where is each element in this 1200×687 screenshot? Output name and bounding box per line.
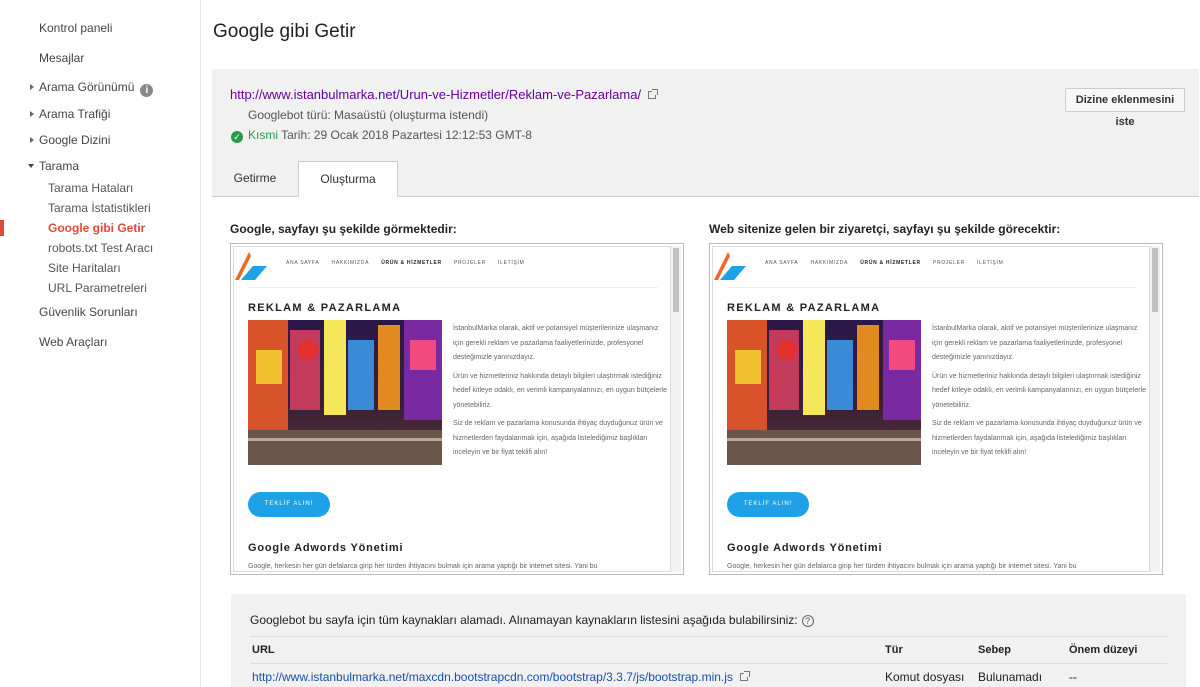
column-header-reason: Sebep <box>978 644 1012 656</box>
times-square-image <box>727 320 921 465</box>
sidebar-item-web-tools[interactable]: Web Araçları <box>39 335 107 349</box>
sidebar-item-label: Arama Görünümü <box>39 80 135 94</box>
fetch-date: Tarih: 29 Ocak 2018 Pazartesi 12:12:53 G… <box>281 128 532 142</box>
fetch-status: ✓ Kısmi Tarih: 29 Ocak 2018 Pazartesi 12:… <box>231 128 532 143</box>
sidebar-subitem-sitemaps[interactable]: Site Haritaları <box>48 261 121 275</box>
site-paragraph: Siz de reklam ve pazarlama konusunda iht… <box>453 420 663 456</box>
sidebar-item-google-index[interactable]: Google Dizini <box>29 133 110 147</box>
tab-fetch[interactable]: Getirme <box>213 161 297 197</box>
sidebar-subitem-url-parameters[interactable]: URL Parametreleri <box>48 281 147 295</box>
resource-reason: Bulunamadı <box>978 670 1043 684</box>
sidebar: Kontrol paneli Mesajlar Arama Görünümü i … <box>0 0 201 687</box>
site-section-title: Google Adwords Yönetimi <box>727 542 883 554</box>
site-quote-button: TEKLİF ALIN! <box>248 492 330 517</box>
site-page-title: REKLAM & PAZARLAMA <box>727 302 881 314</box>
sidebar-item-dashboard[interactable]: Kontrol paneli <box>39 21 112 35</box>
status-badge: Kısmi <box>248 128 278 142</box>
resource-severity: -- <box>1069 670 1077 684</box>
site-quote-button: TEKLİF ALIN! <box>727 492 809 517</box>
sidebar-subitem-crawl-stats[interactable]: Tarama İstatistikleri <box>48 201 151 215</box>
sidebar-subitem-crawl-errors[interactable]: Tarama Hataları <box>48 181 133 195</box>
sidebar-item-search-traffic[interactable]: Arama Trafiği <box>29 107 110 121</box>
google-render-preview[interactable]: ANA SAYFA HAKKIMIZDA ÜRÜN & HİZMETLER PR… <box>230 243 684 575</box>
column-header-type: Tür <box>885 644 903 656</box>
site-nav-item: İLETİŞİM <box>498 260 525 266</box>
site-section-text: Google, herkesin her gün defalarca girip… <box>727 563 1077 570</box>
preview-scrollbar[interactable] <box>671 246 681 572</box>
blocked-resources-message: Googlebot bu sayfa için tüm kaynakları a… <box>250 613 814 627</box>
site-nav-item: İLETİŞİM <box>977 260 1004 266</box>
site-divider <box>248 287 658 288</box>
preview-scrollbar[interactable] <box>1150 246 1160 572</box>
column-header-severity: Önem düzeyi <box>1069 644 1138 656</box>
resource-url-link[interactable]: http://www.istanbulmarka.net/maxcdn.boot… <box>252 670 750 684</box>
column-header-url: URL <box>252 644 275 656</box>
site-nav: ANA SAYFA HAKKIMIZDA ÜRÜN & HİZMETLER PR… <box>765 260 1013 266</box>
sidebar-subitem-fetch-as-google[interactable]: Google gibi Getir <box>48 221 145 235</box>
site-intro-text: İstanbulMarka olarak, aktif ve potansiye… <box>453 322 668 465</box>
site-nav-item: ANA SAYFA <box>765 260 799 266</box>
fetched-url-link[interactable]: http://www.istanbulmarka.net/Urun-ve-Hiz… <box>230 87 659 102</box>
site-page-title: REKLAM & PAZARLAMA <box>248 302 402 314</box>
site-section-text: Google, herkesin her gün defalarca girip… <box>248 563 598 570</box>
external-link-icon <box>739 671 750 681</box>
site-section-title: Google Adwords Yönetimi <box>248 542 404 554</box>
googlebot-type: Googlebot türü: Masaüstü (oluşturma iste… <box>248 108 489 122</box>
blocked-resources-text: Googlebot bu sayfa için tüm kaynakları a… <box>250 613 798 627</box>
site-intro-text: İstanbulMarka olarak, aktif ve potansiye… <box>932 322 1147 465</box>
site-nav-item: HAKKIMIZDA <box>810 260 849 266</box>
table-header-border <box>250 663 1167 664</box>
info-icon[interactable]: i <box>140 84 154 97</box>
times-square-image <box>248 320 442 465</box>
page-title: Google gibi Getir <box>213 21 356 42</box>
site-nav-item: ÜRÜN & HİZMETLER <box>860 260 921 266</box>
site-logo <box>235 252 267 280</box>
tab-render[interactable]: Oluşturma <box>298 161 398 197</box>
sidebar-item-crawl[interactable]: Tarama <box>27 159 79 173</box>
request-indexing-button[interactable]: Dizine eklenmesini iste <box>1065 88 1185 128</box>
render-viewport: ANA SAYFA HAKKIMIZDA ÜRÜN & HİZMETLER PR… <box>233 246 671 572</box>
help-icon[interactable]: ? <box>801 615 814 627</box>
site-divider <box>727 287 1137 288</box>
site-paragraph: İstanbulMarka olarak, aktif ve potansiye… <box>453 325 659 361</box>
site-paragraph: Ürün ve hizmetleriniz hakkında detaylı b… <box>453 372 668 409</box>
resource-url-text: http://www.istanbulmarka.net/maxcdn.boot… <box>252 670 733 684</box>
site-paragraph: Siz de reklam ve pazarlama konusunda iht… <box>932 420 1142 456</box>
visitor-render-preview[interactable]: ANA SAYFA HAKKIMIZDA ÜRÜN & HİZMETLER PR… <box>709 243 1163 575</box>
site-nav-item: PROJELER <box>932 260 965 266</box>
site-logo <box>714 252 746 280</box>
resource-type: Komut dosyası <box>885 670 965 684</box>
sidebar-subitem-robots-tester[interactable]: robots.txt Test Aracı <box>48 241 153 255</box>
site-nav-item: HAKKIMIZDA <box>331 260 370 266</box>
visitor-view-heading: Web sitenize gelen bir ziyaretçi, sayfay… <box>709 222 1061 236</box>
check-circle-icon: ✓ <box>231 131 243 143</box>
scrollbar-thumb[interactable] <box>1152 248 1158 312</box>
google-view-heading: Google, sayfayı şu şekilde görmektedir: <box>230 222 457 236</box>
site-nav-item: ANA SAYFA <box>286 260 320 266</box>
render-viewport: ANA SAYFA HAKKIMIZDA ÜRÜN & HİZMETLER PR… <box>712 246 1150 572</box>
active-marker <box>0 220 4 236</box>
site-nav-item: PROJELER <box>453 260 486 266</box>
sidebar-item-search-appearance[interactable]: Arama Görünümü i <box>29 80 154 97</box>
sidebar-item-security-issues[interactable]: Güvenlik Sorunları <box>39 305 138 319</box>
site-nav: ANA SAYFA HAKKIMIZDA ÜRÜN & HİZMETLER PR… <box>286 260 534 266</box>
fetched-url-text: http://www.istanbulmarka.net/Urun-ve-Hiz… <box>230 87 642 102</box>
external-link-icon <box>648 89 659 99</box>
site-nav-item: ÜRÜN & HİZMETLER <box>381 260 442 266</box>
scrollbar-thumb[interactable] <box>673 248 679 312</box>
site-paragraph: Ürün ve hizmetleriniz hakkında detaylı b… <box>932 372 1147 409</box>
table-top-border <box>250 636 1167 637</box>
site-paragraph: İstanbulMarka olarak, aktif ve potansiye… <box>932 325 1138 361</box>
sidebar-item-messages[interactable]: Mesajlar <box>39 51 84 65</box>
